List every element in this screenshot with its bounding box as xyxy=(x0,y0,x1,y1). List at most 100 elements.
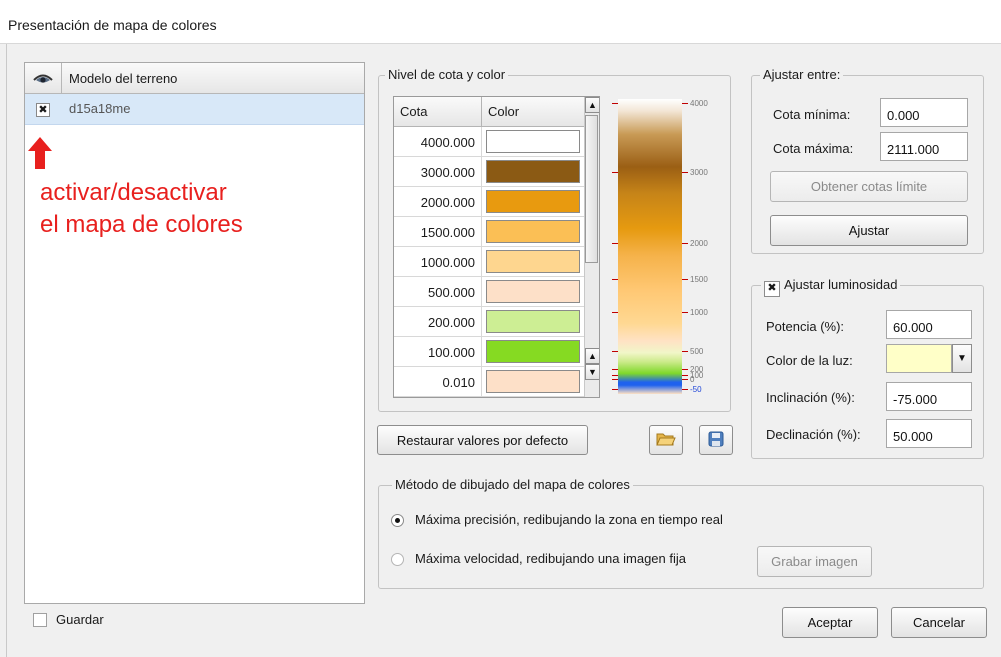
light-color-swatch[interactable] xyxy=(886,344,952,373)
annotation-line-1: activar/desactivar xyxy=(40,179,227,206)
get-limits-button[interactable]: Obtener cotas límite xyxy=(770,171,968,202)
gradient-tick-left xyxy=(612,172,618,173)
level-elevation-cell[interactable]: 4000.000 xyxy=(394,127,482,157)
open-file-button[interactable] xyxy=(649,425,683,455)
save-checkbox[interactable] xyxy=(33,613,47,627)
gradient-tick-label: 1000 xyxy=(690,308,708,317)
scroll-thumb[interactable] xyxy=(585,115,598,263)
level-elevation-cell[interactable]: 1500.000 xyxy=(394,217,482,247)
level-color-swatch[interactable] xyxy=(486,340,580,363)
gradient-tick xyxy=(682,369,688,370)
levels-table-header: Cota Color xyxy=(394,97,584,127)
adjust-button[interactable]: Ajustar xyxy=(770,215,968,246)
precision-radio[interactable] xyxy=(391,514,404,527)
layer-name: d15a18me xyxy=(69,101,131,116)
gradient-tick-left xyxy=(612,243,618,244)
gradient-tick xyxy=(682,389,688,390)
level-color-swatch[interactable] xyxy=(486,190,580,213)
gradient-tick-label: 3000 xyxy=(690,168,708,177)
window-frame-left xyxy=(0,44,7,657)
gradient-tick xyxy=(682,379,688,380)
terrain-layer-list[interactable]: Modelo del terreno ✖ d15a18me xyxy=(24,62,365,604)
declination-input[interactable] xyxy=(886,419,972,448)
level-elevation-cell[interactable]: 2000.000 xyxy=(394,187,482,217)
cota-column-header[interactable]: Cota xyxy=(394,97,482,127)
gradient-tick-left xyxy=(612,369,618,370)
level-row[interactable]: 200.000 xyxy=(394,307,584,337)
levels-table[interactable]: Cota Color 4000.000 3000.000 2000.000 1500.… xyxy=(393,96,600,398)
level-row[interactable]: 0.010 xyxy=(394,367,584,397)
gradient-tick-left xyxy=(612,279,618,280)
level-row[interactable]: 1000.000 xyxy=(394,247,584,277)
power-input[interactable] xyxy=(886,310,972,339)
precision-option-label[interactable]: Máxima precisión, redibujando la zona en… xyxy=(415,512,723,527)
restore-defaults-button[interactable]: Restaurar valores por defecto xyxy=(377,425,588,455)
level-row[interactable]: 100.000 xyxy=(394,337,584,367)
terrain-model-column-header: Modelo del terreno xyxy=(69,71,178,86)
inclination-input[interactable] xyxy=(886,382,972,411)
cancel-button[interactable]: Cancelar xyxy=(891,607,987,638)
gradient-tick xyxy=(682,172,688,173)
gradient-tick-left xyxy=(612,389,618,390)
title-bar: Presentación de mapa de colores xyxy=(0,0,1001,44)
level-color-swatch[interactable] xyxy=(486,280,580,303)
layer-row[interactable]: ✖ d15a18me xyxy=(25,94,364,125)
level-row[interactable]: 1500.000 xyxy=(394,217,584,247)
levels-table-scrollbar[interactable]: ▲ ▲ ▼ xyxy=(584,97,599,397)
level-color-swatch[interactable] xyxy=(486,160,580,183)
level-elevation-cell[interactable]: 0.010 xyxy=(394,367,482,397)
layer-visibility-checkbox[interactable]: ✖ xyxy=(36,103,50,117)
level-elevation-cell[interactable]: 1000.000 xyxy=(394,247,482,277)
luminosity-checkbox[interactable]: ✖ xyxy=(764,281,780,297)
annotation-line-2: el mapa de colores xyxy=(40,211,243,238)
level-row[interactable]: 500.000 xyxy=(394,277,584,307)
accept-button[interactable]: Aceptar xyxy=(782,607,878,638)
min-elevation-input[interactable] xyxy=(880,98,968,127)
inclination-label: Inclinación (%): xyxy=(766,390,855,405)
level-elevation-cell[interactable]: 100.000 xyxy=(394,337,482,367)
level-row[interactable]: 4000.000 xyxy=(394,127,584,157)
visibility-column-header xyxy=(25,63,62,94)
scroll-down-icon[interactable]: ▼ xyxy=(585,364,599,380)
level-color-swatch[interactable] xyxy=(486,130,580,153)
floppy-disk-icon xyxy=(708,431,724,446)
level-color-swatch[interactable] xyxy=(486,220,580,243)
max-elevation-input[interactable] xyxy=(880,132,968,161)
level-elevation-cell[interactable]: 3000.000 xyxy=(394,157,482,187)
speed-option-label[interactable]: Máxima velocidad, redibujando una imagen… xyxy=(415,551,686,566)
gradient-tick-left xyxy=(612,312,618,313)
level-color-swatch[interactable] xyxy=(486,250,580,273)
layer-list-header: Modelo del terreno xyxy=(25,63,364,94)
level-row[interactable]: 3000.000 xyxy=(394,157,584,187)
eye-icon xyxy=(33,74,53,83)
save-file-button[interactable] xyxy=(699,425,733,455)
annotation-arrow-icon xyxy=(28,137,52,169)
luminosity-group-header: ✖ Ajustar luminosidad xyxy=(761,277,901,297)
max-elevation-label: Cota máxima: xyxy=(773,141,854,156)
scroll-up-icon[interactable]: ▲ xyxy=(585,97,599,113)
method-group-label: Método de dibujado del mapa de colores xyxy=(392,477,633,492)
gradient-tick-left xyxy=(612,375,618,376)
color-column-header[interactable]: Color xyxy=(482,97,584,127)
level-row[interactable]: 2000.000 xyxy=(394,187,584,217)
level-color-swatch[interactable] xyxy=(486,370,580,393)
speed-radio[interactable] xyxy=(391,553,404,566)
save-image-button[interactable]: Grabar imagen xyxy=(757,546,872,577)
level-color-swatch[interactable] xyxy=(486,310,580,333)
gradient-tick xyxy=(682,351,688,352)
annotation-text: activar/desactivar el mapa de colores xyxy=(40,177,243,241)
save-checkbox-label[interactable]: Guardar xyxy=(56,612,104,627)
gradient-tick xyxy=(682,312,688,313)
light-color-dropdown[interactable]: ▼ xyxy=(952,344,972,373)
gradient-tick-left xyxy=(612,351,618,352)
gradient-tick xyxy=(682,375,688,376)
gradient-tick xyxy=(682,103,688,104)
min-elevation-label: Cota mínima: xyxy=(773,107,851,122)
window-title: Presentación de mapa de colores xyxy=(8,17,217,33)
scroll-up-small-icon[interactable]: ▲ xyxy=(585,348,599,364)
level-elevation-cell[interactable]: 500.000 xyxy=(394,277,482,307)
luminosity-label: Ajustar luminosidad xyxy=(784,277,898,292)
power-label: Potencia (%): xyxy=(766,319,845,334)
level-elevation-cell[interactable]: 200.000 xyxy=(394,307,482,337)
gradient-tick-label: -50 xyxy=(690,385,702,394)
